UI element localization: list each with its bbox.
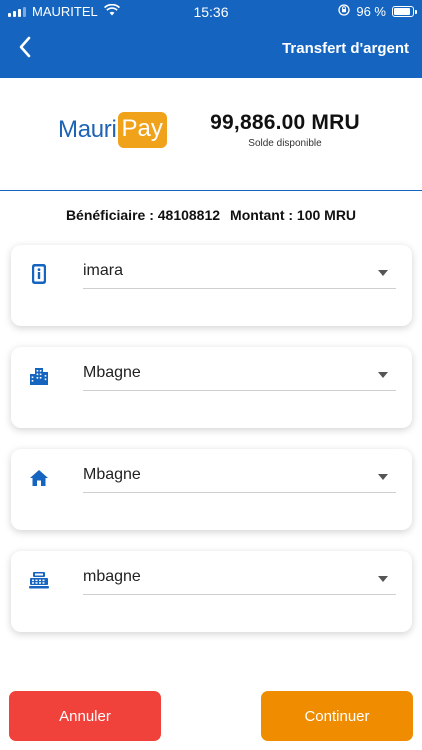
name-select-value: imara (83, 262, 124, 279)
field-card-name: imara (11, 245, 412, 326)
app-header: MAURITEL 15:36 96 % Transfert d'argent (0, 0, 422, 78)
caret-down-icon (378, 576, 388, 582)
caret-down-icon (378, 372, 388, 378)
balance-card: Mauri Pay 99,886.00 MRU Solde disponible (0, 96, 422, 191)
name-select[interactable]: imara (83, 255, 396, 289)
home-icon (28, 467, 50, 489)
balance-label: Solde disponible (248, 138, 322, 149)
agency-select[interactable]: mbagne (83, 561, 396, 595)
chevron-left-icon (18, 36, 32, 63)
id-card-icon (28, 263, 50, 285)
back-button[interactable] (10, 32, 40, 66)
city-select[interactable]: Mbagne (83, 357, 396, 391)
field-card-agency: mbagne (11, 551, 412, 632)
continue-button[interactable]: Continuer (261, 691, 413, 741)
agency-select-value: mbagne (83, 568, 141, 585)
locality-select-value: Mbagne (83, 466, 141, 483)
city-select-value: Mbagne (83, 364, 141, 381)
field-card-locality: Mbagne (11, 449, 412, 530)
caret-down-icon (378, 474, 388, 480)
status-right: 96 % (338, 4, 417, 19)
battery-percent: 96 % (356, 4, 386, 19)
caret-down-icon (378, 270, 388, 276)
balance-amount: 99,886.00 MRU (210, 111, 360, 134)
cancel-button[interactable]: Annuler (9, 691, 161, 741)
locality-select[interactable]: Mbagne (83, 459, 396, 493)
battery-icon (392, 6, 417, 17)
cash-register-icon (28, 569, 50, 591)
header-row: Transfert d'argent (0, 32, 422, 66)
amount-info: Montant : 100 MRU (230, 207, 357, 223)
orientation-lock-icon (338, 4, 351, 19)
logo-text-mauri: Mauri (58, 116, 117, 143)
beneficiary-info: Bénéficiaire : 48108812 (65, 207, 221, 223)
transfer-summary: Bénéficiaire : 48108812 Montant : 100 MRU (0, 207, 422, 223)
field-card-city: Mbagne (11, 347, 412, 428)
page-title: Transfert d'argent (282, 40, 409, 57)
mauripay-logo: Mauri Pay (58, 108, 167, 152)
logo-text-pay: Pay (117, 112, 167, 148)
city-buildings-icon (28, 365, 50, 387)
status-bar: MAURITEL 15:36 96 % (0, 0, 422, 22)
